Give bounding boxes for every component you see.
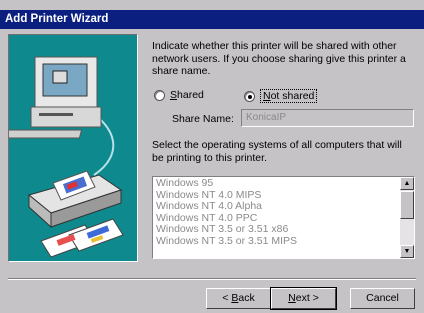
scroll-up-button[interactable]: ▲ [400, 177, 414, 190]
list-item[interactable]: Windows 95 [156, 177, 297, 190]
vertical-scrollbar[interactable]: ▲ ▼ [400, 177, 414, 258]
window-title: Add Printer Wizard [0, 10, 424, 29]
sharing-instructions: Indicate whether this printer will be sh… [152, 40, 406, 77]
printer-icon [27, 170, 123, 229]
shared-radio-option[interactable]: Shared [154, 89, 204, 101]
not-shared-label[interactable]: Not shared [260, 89, 318, 103]
cancel-button[interactable]: Cancel [350, 288, 415, 309]
not-shared-radio[interactable] [244, 90, 255, 102]
share-name-field[interactable]: KonicaIP [241, 109, 414, 127]
os-list: Windows 95 Windows NT 4.0 MIPS Windows N… [156, 177, 297, 248]
computer-icon [9, 56, 102, 139]
scroll-down-button[interactable]: ▼ [400, 245, 414, 258]
not-shared-radio-option[interactable]: Not shared [244, 89, 318, 103]
list-item[interactable]: Windows NT 3.5 or 3.51 x86 [156, 223, 297, 236]
wizard-illustration [8, 34, 138, 262]
share-name-label: Share Name: [172, 113, 234, 125]
next-button[interactable]: Next > [270, 287, 337, 310]
list-item[interactable]: Windows NT 4.0 Alpha [156, 200, 297, 213]
button-separator [8, 278, 416, 280]
shared-label-rest: hared [177, 89, 204, 101]
os-selection-prompt: Select the operating systems of all comp… [152, 139, 402, 164]
shared-label[interactable]: Shared [170, 89, 204, 101]
add-printer-wizard-window: Add Printer Wizard Indicate whether this… [0, 0, 424, 313]
list-item[interactable]: Windows NT 3.5 or 3.51 MIPS [156, 235, 297, 248]
back-button[interactable]: < Back [206, 288, 271, 309]
shared-radio[interactable] [154, 89, 165, 101]
os-listbox[interactable]: Windows 95 Windows NT 4.0 MIPS Windows N… [152, 176, 415, 259]
scrollbar-thumb[interactable] [400, 191, 414, 219]
printer-network-illustration [9, 56, 124, 258]
